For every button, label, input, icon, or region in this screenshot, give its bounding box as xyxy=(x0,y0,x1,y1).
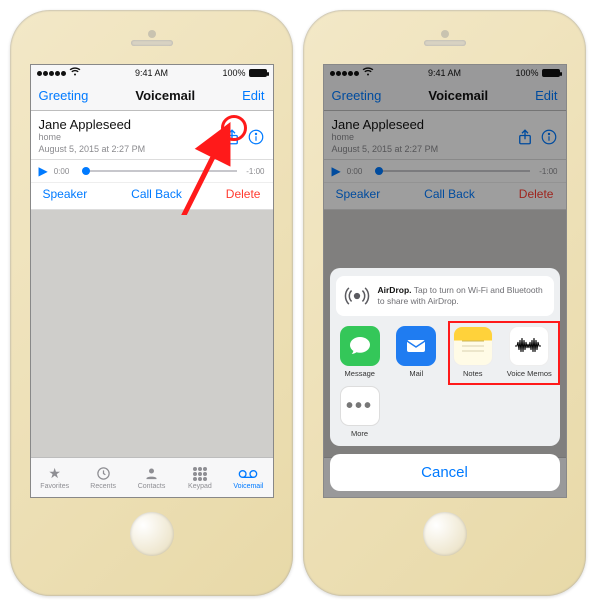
star-icon: ★ xyxy=(48,466,61,482)
play-icon[interactable]: ▶ xyxy=(39,164,48,178)
tab-contacts[interactable]: Contacts xyxy=(127,458,175,497)
battery-pct: 100% xyxy=(222,68,245,78)
battery-icon xyxy=(249,69,267,77)
callback-button[interactable]: Call Back xyxy=(131,187,182,201)
share-sheet: AirDrop. Tap to turn on Wi-Fi and Blueto… xyxy=(330,268,560,491)
share-apps-row: Message Mail Notes xyxy=(336,326,554,378)
phone-speaker xyxy=(131,40,173,46)
voicemail-icon xyxy=(238,466,258,482)
iphone-right: 9:41 AM 100% Greeting Voicemail Edit Jan… xyxy=(303,10,586,596)
signal-dots-icon xyxy=(37,71,66,76)
greeting-button[interactable]: Greeting xyxy=(39,88,89,103)
scrubber[interactable] xyxy=(82,170,237,172)
share-more[interactable]: ••• More xyxy=(336,386,384,438)
airdrop-row[interactable]: AirDrop. Tap to turn on Wi-Fi and Blueto… xyxy=(336,276,554,316)
annotation-circle xyxy=(221,115,247,141)
nav-bar: Greeting Voicemail Edit xyxy=(31,81,273,111)
app-label: Mail xyxy=(409,369,423,378)
tab-label: Favorites xyxy=(40,483,69,490)
message-icon xyxy=(340,326,380,366)
share-mail[interactable]: Mail xyxy=(392,326,441,378)
phone-camera xyxy=(148,30,156,38)
tab-label: Recents xyxy=(90,483,116,490)
info-icon[interactable] xyxy=(247,128,265,146)
voicemail-timestamp: August 5, 2015 at 2:27 PM xyxy=(39,144,146,156)
tab-recents[interactable]: Recents xyxy=(79,458,127,497)
contact-icon xyxy=(144,466,159,482)
airdrop-text: AirDrop. Tap to turn on Wi-Fi and Blueto… xyxy=(378,285,546,306)
mail-icon xyxy=(396,326,436,366)
caller-source: home xyxy=(39,132,146,144)
time-elapsed: 0:00 xyxy=(54,167,76,176)
app-label: Message xyxy=(345,369,375,378)
app-label: More xyxy=(351,429,368,438)
time-remaining: -1:00 xyxy=(243,167,265,176)
cancel-button[interactable]: Cancel xyxy=(330,454,560,491)
tab-label: Voicemail xyxy=(233,483,263,490)
tab-label: Keypad xyxy=(188,483,212,490)
phone-camera xyxy=(441,30,449,38)
tab-favorites[interactable]: ★ Favorites xyxy=(31,458,79,497)
tab-label: Contacts xyxy=(138,483,166,490)
tab-keypad[interactable]: Keypad xyxy=(176,458,224,497)
share-actions-row: ••• More xyxy=(336,386,554,438)
annotation-rect xyxy=(448,321,560,385)
audio-player: ▶ 0:00 -1:00 xyxy=(31,160,273,183)
home-button[interactable] xyxy=(130,512,174,556)
tab-bar: ★ Favorites Recents Contacts xyxy=(31,457,273,497)
screen-left: 9:41 AM 100% Greeting Voicemail Edit Jan… xyxy=(30,64,274,498)
tab-voicemail[interactable]: Voicemail xyxy=(224,458,272,497)
keypad-icon xyxy=(193,466,207,482)
status-time: 9:41 AM xyxy=(135,68,168,78)
voicemail-actions: Speaker Call Back Delete xyxy=(31,183,273,210)
clock-icon xyxy=(96,466,111,482)
wifi-icon xyxy=(69,67,81,79)
iphone-left: 9:41 AM 100% Greeting Voicemail Edit Jan… xyxy=(10,10,293,596)
more-icon: ••• xyxy=(340,386,380,426)
screen-right: 9:41 AM 100% Greeting Voicemail Edit Jan… xyxy=(323,64,567,498)
home-button[interactable] xyxy=(423,512,467,556)
edit-button[interactable]: Edit xyxy=(242,88,264,103)
delete-button[interactable]: Delete xyxy=(226,187,261,201)
speaker-button[interactable]: Speaker xyxy=(43,187,88,201)
nav-title: Voicemail xyxy=(135,88,195,103)
status-bar: 9:41 AM 100% xyxy=(31,65,273,81)
airdrop-icon xyxy=(344,282,370,310)
share-message[interactable]: Message xyxy=(336,326,385,378)
caller-name: Jane Appleseed xyxy=(39,117,146,132)
phone-speaker xyxy=(424,40,466,46)
